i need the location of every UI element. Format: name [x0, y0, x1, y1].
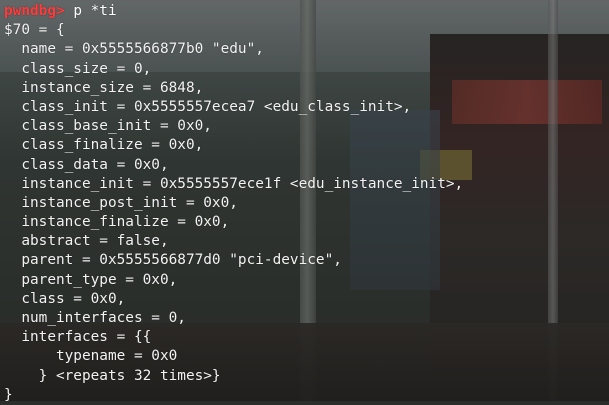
output-line: class = 0x0, — [4, 290, 126, 307]
output-line: instance_size = 6848, — [4, 79, 204, 96]
output-line: name = 0x5555566877b0 "edu", — [4, 41, 264, 58]
output-line: class_init = 0x5555557ecea7 <edu_class_i… — [4, 98, 412, 115]
typed-command: p *ti — [64, 3, 117, 19]
output-line: interfaces = {{ — [4, 329, 152, 346]
output-line: class_data = 0x0, — [4, 156, 169, 173]
output-line: typename = 0x0 — [4, 348, 178, 365]
prompt-line: pwndbg> p *ti — [4, 2, 609, 21]
gdb-prompt: pwndbg> — [4, 3, 65, 19]
output-line: parent_type = 0x0, — [4, 271, 178, 288]
output-line: } — [4, 386, 13, 403]
output-line: } <repeats 32 times>} — [4, 367, 221, 384]
output-line: parent = 0x5555566877d0 "pci-device", — [4, 252, 342, 269]
output-line: class_base_init = 0x0, — [4, 118, 212, 135]
output-line: class_size = 0, — [4, 60, 152, 77]
terminal-window[interactable]: pwndbg> p *ti $70 = { name = 0x555556687… — [0, 0, 609, 403]
output-line: class_finalize = 0x0, — [4, 137, 204, 154]
output-line: $70 = { — [4, 22, 65, 39]
output-line: abstract = false, — [4, 233, 169, 250]
output-line: num_interfaces = 0, — [4, 310, 186, 326]
output-line: instance_post_init = 0x0, — [4, 194, 238, 211]
output-line: instance_init = 0x5555557ece1f <edu_inst… — [4, 175, 464, 192]
output-line: instance_finalize = 0x0, — [4, 214, 230, 231]
